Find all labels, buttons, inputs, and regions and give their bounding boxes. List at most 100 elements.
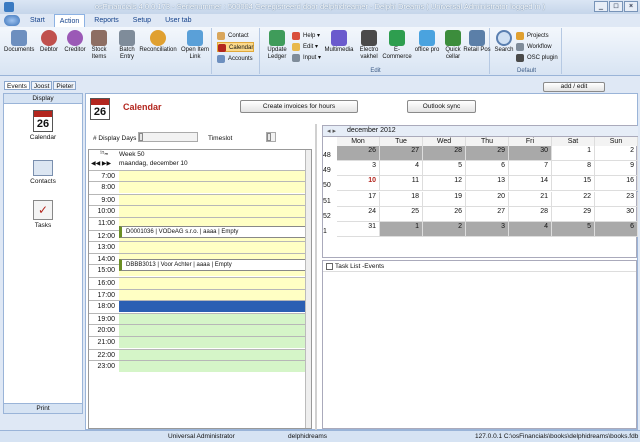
month-day-cell[interactable]: 1 [380,222,423,237]
hour-row[interactable]: 23:00 [89,359,311,372]
month-day-cell[interactable]: 11 [380,176,423,192]
hour-row[interactable]: 20:00 [89,323,311,336]
reconciliation-button[interactable]: Reconciliation [137,30,179,54]
hour-row[interactable]: 16:00 [89,276,311,289]
month-day-cell[interactable]: 26 [423,206,466,222]
month-day-cell[interactable]: 19 [423,191,466,207]
month-day-cell[interactable]: 4 [380,161,423,177]
edit-menu-button[interactable]: Edit ▾ [292,42,318,52]
hour-row[interactable]: 9:00 [89,193,311,206]
minimize-button[interactable]: _ [594,1,608,12]
month-day-cell[interactable]: 27 [380,146,423,161]
display-days-slider[interactable] [138,132,198,142]
month-day-cell[interactable]: 24 [337,206,380,222]
open-item-link-button[interactable]: Open Item Link [180,30,210,60]
month-day-cell[interactable]: 2 [423,222,466,237]
month-day-cell[interactable]: 13 [466,176,509,192]
month-day-cell[interactable]: 25 [380,206,423,222]
print-button[interactable]: Print [4,403,82,413]
e-commerce-button[interactable]: E-Commerce [382,30,412,60]
hour-row[interactable]: 18:00 [89,300,311,313]
osc-plugin-button[interactable]: OSC plugin [516,53,558,63]
hour-row[interactable]: 21:00 [89,336,311,349]
electro-vakhel-button[interactable]: Electro vakhel [354,30,384,60]
month-day-cell[interactable]: 3 [466,222,509,237]
month-day-cell[interactable]: 3 [337,161,380,177]
month-day-cell[interactable]: 27 [466,206,509,222]
month-day-cell[interactable]: 15 [552,176,595,192]
time-slot[interactable] [119,324,307,336]
tab-start[interactable]: Start [25,14,50,27]
contact-button[interactable]: Contact [217,31,249,41]
month-day-cell[interactable]: 5 [423,161,466,177]
day-nav-arrows[interactable]: ◀◀ ▶▶ [91,160,111,167]
month-day-cell[interactable]: 23 [595,191,638,207]
tab-reports[interactable]: Reports [89,14,124,27]
appointment-1[interactable]: D0001036 | VODeAG s.r.o. | aaaa | Empty [119,226,307,238]
tab-action[interactable]: Action [53,14,86,27]
projects-button[interactable]: Projects [516,31,549,41]
nav-contacts[interactable]: Contacts [4,160,82,185]
tab-setup[interactable]: Setup [128,14,156,27]
pin-icon[interactable]: ¹⁵ₘ [100,150,108,157]
month-day-cell[interactable]: 12 [423,176,466,192]
nav-tasks[interactable]: ✓ Tasks [4,200,82,229]
create-invoices-button[interactable]: Create invoices for hours [240,100,358,113]
close-button[interactable]: × [624,1,638,12]
month-day-cell[interactable]: 29 [552,206,595,222]
multimedia-button[interactable]: Multimedia [324,30,354,54]
month-day-cell[interactable]: 6 [595,222,638,237]
hour-row[interactable]: 19:00 [89,312,311,325]
time-slot[interactable] [119,277,307,289]
month-day-cell[interactable]: 17 [337,191,380,207]
month-day-cell[interactable]: 4 [509,222,552,237]
timeslot-slider[interactable] [266,132,276,142]
month-day-cell[interactable]: 21 [509,191,552,207]
accounts-button[interactable]: Accounts [217,54,253,64]
calendar-button[interactable]: Calendar [217,42,255,52]
month-day-cell[interactable]: 8 [552,161,595,177]
time-slot[interactable] [119,205,307,217]
add-edit-button[interactable]: add / edit [543,82,605,92]
hour-row[interactable]: 17:00 [89,289,311,301]
update-ledger-button[interactable]: Update Ledger [262,30,292,60]
appointment-2[interactable]: DBBB3013 | Voor Achter | aaaa | Empty [119,259,307,271]
nav-calendar[interactable]: 26 Calendar [4,110,82,141]
documents-button[interactable]: Documents [4,30,34,54]
tab-joost[interactable]: Joost [30,81,53,90]
month-day-cell[interactable]: 2 [595,146,638,161]
month-day-cell[interactable]: 28 [423,146,466,161]
stock-items-button[interactable]: Stock Items [84,30,114,60]
month-day-cell[interactable]: 26 [337,146,380,161]
tab-events[interactable]: Events [4,81,30,90]
search-button[interactable]: Search [492,30,516,54]
hour-row[interactable]: 10:00 [89,204,311,217]
task-select-all-checkbox[interactable] [326,263,333,270]
month-day-cell[interactable]: 10 [337,176,380,192]
month-day-cell[interactable]: 22 [552,191,595,207]
slider-thumb[interactable] [139,133,143,141]
month-day-cell[interactable]: 1 [552,146,595,161]
help-menu-button[interactable]: Help ▾ [292,31,320,41]
slider-thumb[interactable] [267,133,271,141]
month-day-cell[interactable]: 16 [595,176,638,192]
month-day-cell[interactable]: 5 [552,222,595,237]
month-day-cell[interactable]: 28 [509,206,552,222]
hour-row[interactable]: 22:00 [89,348,311,361]
input-menu-button[interactable]: Input ▾ [292,53,321,63]
month-day-cell[interactable]: 29 [466,146,509,161]
workflow-button[interactable]: Workflow [516,42,552,52]
retail-pos-button[interactable]: Retail Pos [462,30,492,54]
hour-row[interactable]: 13:00 [89,240,311,253]
month-day-cell[interactable]: 18 [380,191,423,207]
time-slot[interactable] [119,241,307,253]
time-slot[interactable] [119,337,307,349]
month-day-cell[interactable]: 9 [595,161,638,177]
time-slot[interactable] [119,301,307,313]
month-nav-arrows[interactable]: ◂ ▸ [327,127,336,135]
day-view-scrollbar[interactable] [305,150,311,428]
tab-pieter[interactable]: Pieter [53,81,77,90]
month-day-cell[interactable]: 20 [466,191,509,207]
hour-row[interactable]: 7:00 [89,170,311,182]
month-day-cell[interactable]: 6 [466,161,509,177]
